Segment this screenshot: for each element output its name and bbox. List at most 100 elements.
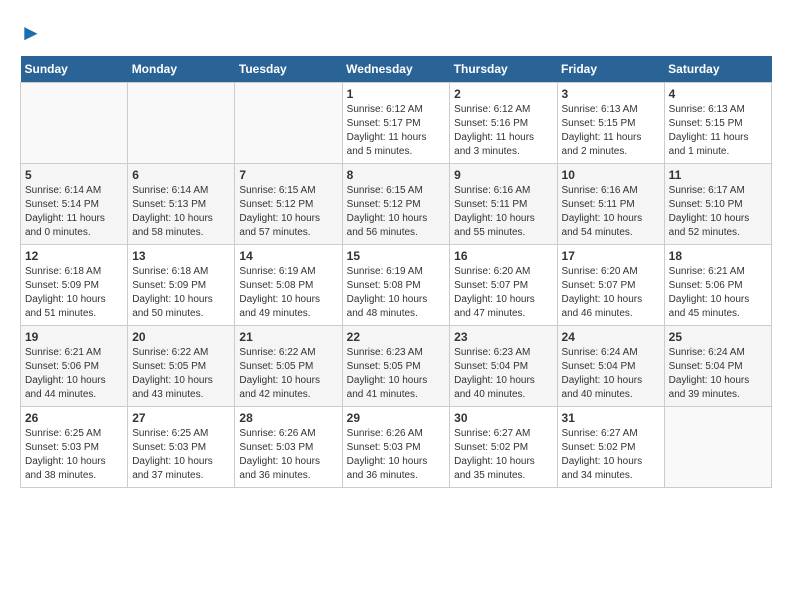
calendar-cell: 22 Sunrise: 6:23 AM Sunset: 5:05 PM Dayli… <box>342 326 450 407</box>
calendar-cell: 25 Sunrise: 6:24 AM Sunset: 5:04 PM Dayli… <box>664 326 771 407</box>
day-info: Sunrise: 6:21 AM Sunset: 5:06 PM Dayligh… <box>25 346 123 402</box>
day-number: 30 <box>454 411 552 425</box>
logo: ► <box>20 20 42 46</box>
calendar-cell: 21 Sunrise: 6:22 AM Sunset: 5:05 PM Dayli… <box>235 326 342 407</box>
calendar-week-row: 5 Sunrise: 6:14 AM Sunset: 5:14 PM Daylig… <box>21 164 772 245</box>
day-info: Sunrise: 6:24 AM Sunset: 5:04 PM Dayligh… <box>562 346 660 402</box>
calendar-cell: 27 Sunrise: 6:25 AM Sunset: 5:03 PM Dayli… <box>128 407 235 488</box>
calendar-week-row: 1Sunrise: 6:12 AM Sunset: 5:17 PM Daylig… <box>21 83 772 164</box>
calendar-cell: 17Sunrise: 6:20 AM Sunset: 5:07 PM Dayli… <box>557 245 664 326</box>
day-info: Sunrise: 6:16 AM Sunset: 5:11 PM Dayligh… <box>454 184 552 240</box>
day-number: 28 <box>239 411 337 425</box>
day-info: Sunrise: 6:23 AM Sunset: 5:04 PM Dayligh… <box>454 346 552 402</box>
page-header: ► <box>20 20 772 46</box>
calendar-cell: 1Sunrise: 6:12 AM Sunset: 5:17 PM Daylig… <box>342 83 450 164</box>
day-number: 1 <box>347 87 446 101</box>
day-number: 9 <box>454 168 552 182</box>
day-number: 14 <box>239 249 337 263</box>
day-number: 13 <box>132 249 230 263</box>
day-info: Sunrise: 6:16 AM Sunset: 5:11 PM Dayligh… <box>562 184 660 240</box>
day-number: 4 <box>669 87 767 101</box>
day-info: Sunrise: 6:14 AM Sunset: 5:13 PM Dayligh… <box>132 184 230 240</box>
day-info: Sunrise: 6:13 AM Sunset: 5:15 PM Dayligh… <box>669 103 767 159</box>
calendar-header-saturday: Saturday <box>664 56 771 83</box>
calendar-header-row: SundayMondayTuesdayWednesdayThursdayFrid… <box>21 56 772 83</box>
calendar-cell: 7 Sunrise: 6:15 AM Sunset: 5:12 PM Daylig… <box>235 164 342 245</box>
calendar-cell: 2Sunrise: 6:12 AM Sunset: 5:16 PM Daylig… <box>450 83 557 164</box>
day-info: Sunrise: 6:24 AM Sunset: 5:04 PM Dayligh… <box>669 346 767 402</box>
day-number: 26 <box>25 411 123 425</box>
day-number: 22 <box>347 330 446 344</box>
calendar-week-row: 26 Sunrise: 6:25 AM Sunset: 5:03 PM Dayli… <box>21 407 772 488</box>
calendar-cell: 14 Sunrise: 6:19 AM Sunset: 5:08 PM Dayli… <box>235 245 342 326</box>
day-info: Sunrise: 6:18 AM Sunset: 5:09 PM Dayligh… <box>132 265 230 321</box>
day-info: Sunrise: 6:15 AM Sunset: 5:12 PM Dayligh… <box>239 184 337 240</box>
calendar-header-wednesday: Wednesday <box>342 56 450 83</box>
day-number: 8 <box>347 168 446 182</box>
day-number: 27 <box>132 411 230 425</box>
calendar-cell: 5 Sunrise: 6:14 AM Sunset: 5:14 PM Daylig… <box>21 164 128 245</box>
day-number: 20 <box>132 330 230 344</box>
day-number: 29 <box>347 411 446 425</box>
day-number: 19 <box>25 330 123 344</box>
calendar-cell: 3Sunrise: 6:13 AM Sunset: 5:15 PM Daylig… <box>557 83 664 164</box>
calendar-cell <box>664 407 771 488</box>
day-number: 3 <box>562 87 660 101</box>
calendar-header-tuesday: Tuesday <box>235 56 342 83</box>
day-number: 5 <box>25 168 123 182</box>
day-number: 6 <box>132 168 230 182</box>
calendar-header-sunday: Sunday <box>21 56 128 83</box>
calendar-cell: 16Sunrise: 6:20 AM Sunset: 5:07 PM Dayli… <box>450 245 557 326</box>
day-number: 25 <box>669 330 767 344</box>
day-number: 10 <box>562 168 660 182</box>
day-info: Sunrise: 6:25 AM Sunset: 5:03 PM Dayligh… <box>132 427 230 483</box>
calendar-cell: 30 Sunrise: 6:27 AM Sunset: 5:02 PM Dayli… <box>450 407 557 488</box>
day-number: 7 <box>239 168 337 182</box>
calendar-cell: 10 Sunrise: 6:16 AM Sunset: 5:11 PM Dayli… <box>557 164 664 245</box>
day-info: Sunrise: 6:27 AM Sunset: 5:02 PM Dayligh… <box>562 427 660 483</box>
day-info: Sunrise: 6:26 AM Sunset: 5:03 PM Dayligh… <box>239 427 337 483</box>
day-info: Sunrise: 6:15 AM Sunset: 5:12 PM Dayligh… <box>347 184 446 240</box>
day-info: Sunrise: 6:19 AM Sunset: 5:08 PM Dayligh… <box>347 265 446 321</box>
calendar-cell: 23 Sunrise: 6:23 AM Sunset: 5:04 PM Dayli… <box>450 326 557 407</box>
calendar-cell <box>21 83 128 164</box>
calendar-cell: 8 Sunrise: 6:15 AM Sunset: 5:12 PM Daylig… <box>342 164 450 245</box>
day-info: Sunrise: 6:19 AM Sunset: 5:08 PM Dayligh… <box>239 265 337 321</box>
day-info: Sunrise: 6:14 AM Sunset: 5:14 PM Dayligh… <box>25 184 123 240</box>
calendar-cell: 24Sunrise: 6:24 AM Sunset: 5:04 PM Dayli… <box>557 326 664 407</box>
calendar-cell: 19 Sunrise: 6:21 AM Sunset: 5:06 PM Dayli… <box>21 326 128 407</box>
day-number: 23 <box>454 330 552 344</box>
calendar-cell: 4 Sunrise: 6:13 AM Sunset: 5:15 PM Daylig… <box>664 83 771 164</box>
day-number: 17 <box>562 249 660 263</box>
calendar-cell: 20Sunrise: 6:22 AM Sunset: 5:05 PM Dayli… <box>128 326 235 407</box>
calendar-cell: 13 Sunrise: 6:18 AM Sunset: 5:09 PM Dayli… <box>128 245 235 326</box>
calendar-cell <box>235 83 342 164</box>
calendar-cell: 31Sunrise: 6:27 AM Sunset: 5:02 PM Dayli… <box>557 407 664 488</box>
day-number: 21 <box>239 330 337 344</box>
day-info: Sunrise: 6:21 AM Sunset: 5:06 PM Dayligh… <box>669 265 767 321</box>
logo-bird-icon: ► <box>20 20 42 45</box>
calendar-cell: 18 Sunrise: 6:21 AM Sunset: 5:06 PM Dayli… <box>664 245 771 326</box>
day-info: Sunrise: 6:27 AM Sunset: 5:02 PM Dayligh… <box>454 427 552 483</box>
calendar-week-row: 12 Sunrise: 6:18 AM Sunset: 5:09 PM Dayli… <box>21 245 772 326</box>
calendar-table: SundayMondayTuesdayWednesdayThursdayFrid… <box>20 56 772 488</box>
calendar-header-monday: Monday <box>128 56 235 83</box>
calendar-cell <box>128 83 235 164</box>
day-number: 15 <box>347 249 446 263</box>
day-number: 11 <box>669 168 767 182</box>
day-info: Sunrise: 6:23 AM Sunset: 5:05 PM Dayligh… <box>347 346 446 402</box>
calendar-cell: 26Sunrise: 6:25 AM Sunset: 5:03 PM Dayli… <box>21 407 128 488</box>
day-info: Sunrise: 6:18 AM Sunset: 5:09 PM Dayligh… <box>25 265 123 321</box>
calendar-header-friday: Friday <box>557 56 664 83</box>
calendar-cell: 11Sunrise: 6:17 AM Sunset: 5:10 PM Dayli… <box>664 164 771 245</box>
calendar-header-thursday: Thursday <box>450 56 557 83</box>
calendar-cell: 6 Sunrise: 6:14 AM Sunset: 5:13 PM Daylig… <box>128 164 235 245</box>
calendar-cell: 15 Sunrise: 6:19 AM Sunset: 5:08 PM Dayli… <box>342 245 450 326</box>
calendar-cell: 9 Sunrise: 6:16 AM Sunset: 5:11 PM Daylig… <box>450 164 557 245</box>
day-number: 16 <box>454 249 552 263</box>
day-info: Sunrise: 6:26 AM Sunset: 5:03 PM Dayligh… <box>347 427 446 483</box>
day-info: Sunrise: 6:22 AM Sunset: 5:05 PM Dayligh… <box>239 346 337 402</box>
day-number: 18 <box>669 249 767 263</box>
calendar-cell: 28 Sunrise: 6:26 AM Sunset: 5:03 PM Dayli… <box>235 407 342 488</box>
day-number: 12 <box>25 249 123 263</box>
